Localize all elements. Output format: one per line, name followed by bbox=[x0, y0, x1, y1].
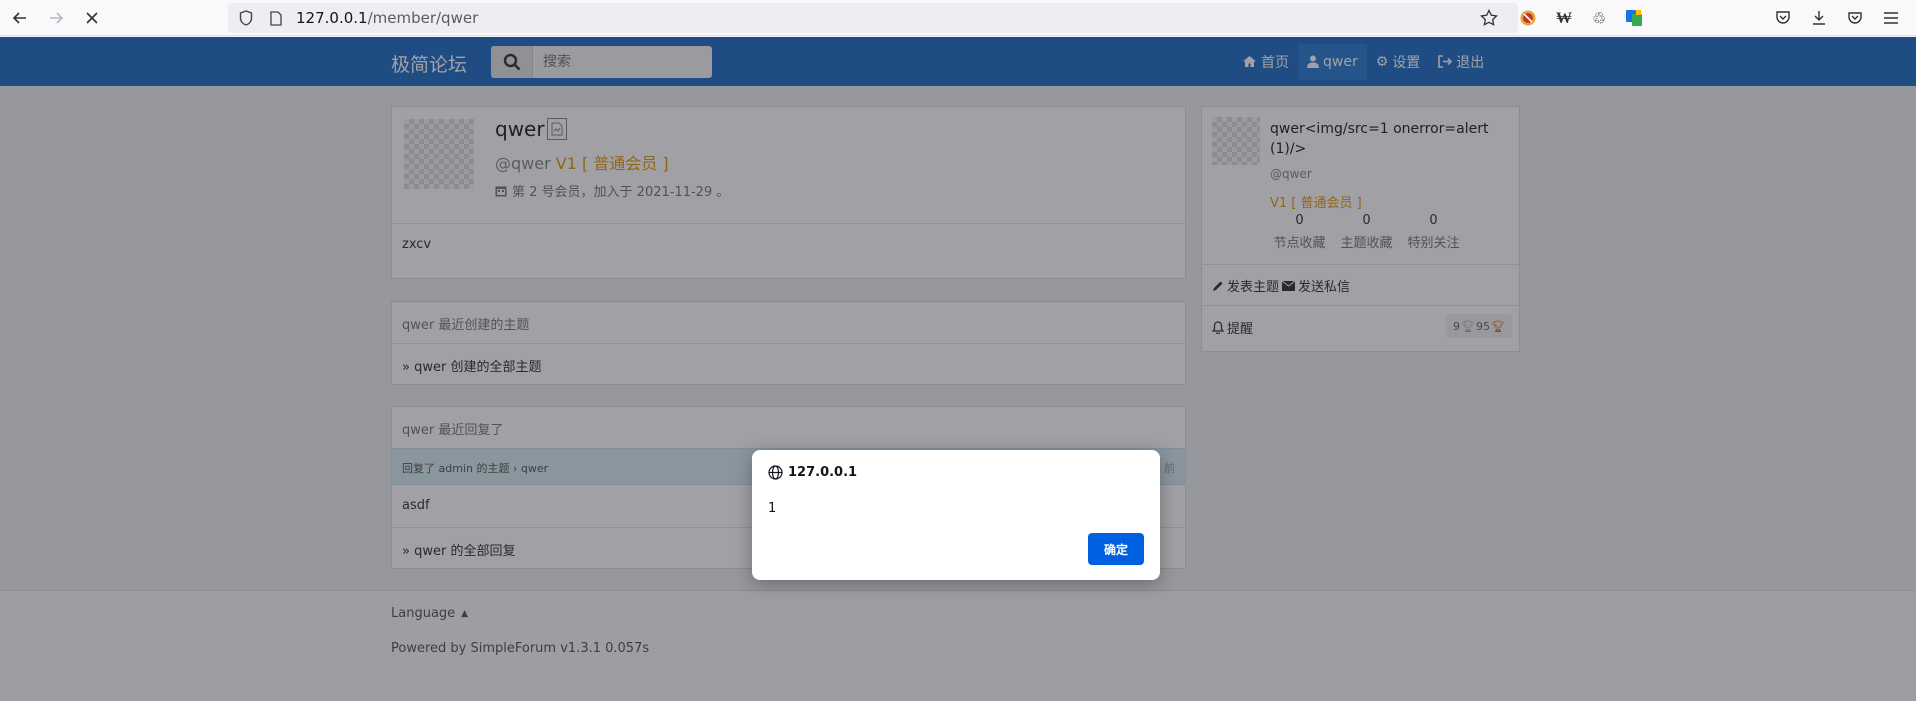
back-button[interactable] bbox=[6, 4, 34, 32]
menu-hamburger-icon[interactable] bbox=[1878, 5, 1904, 31]
stop-loading-button[interactable] bbox=[78, 4, 106, 32]
extension-recycle-icon[interactable]: ♲ bbox=[1586, 5, 1612, 31]
browser-toolbar: 127.0.0.1/member/qwer ₩ ♲ bbox=[0, 0, 1916, 36]
extension-w-icon[interactable]: ₩ bbox=[1551, 5, 1577, 31]
bookmark-star-icon[interactable] bbox=[1480, 9, 1498, 31]
forward-button[interactable] bbox=[42, 4, 70, 32]
page-icon[interactable] bbox=[266, 8, 286, 28]
globe-icon bbox=[768, 465, 783, 480]
dialog-ok-button[interactable]: 确定 bbox=[1088, 533, 1144, 565]
pocket-icon[interactable] bbox=[1770, 5, 1796, 31]
url-path: /member/qwer bbox=[367, 9, 479, 27]
alert-dialog: 127.0.0.1 1 确定 bbox=[752, 450, 1160, 580]
url-host: 127.0.0.1 bbox=[296, 9, 368, 27]
extension-translate-icon[interactable] bbox=[1621, 5, 1647, 31]
tracking-shield-icon[interactable] bbox=[236, 8, 256, 28]
address-bar[interactable]: 127.0.0.1/member/qwer bbox=[228, 3, 1518, 33]
dialog-message: 1 bbox=[768, 501, 777, 516]
dialog-title-row: 127.0.0.1 bbox=[768, 465, 857, 480]
modal-overlay bbox=[0, 37, 1916, 701]
account-icon[interactable] bbox=[1842, 5, 1868, 31]
url-text: 127.0.0.1/member/qwer bbox=[296, 9, 478, 27]
dialog-title: 127.0.0.1 bbox=[788, 465, 858, 480]
downloads-icon[interactable] bbox=[1806, 5, 1832, 31]
extension-block-icon[interactable] bbox=[1515, 5, 1541, 31]
